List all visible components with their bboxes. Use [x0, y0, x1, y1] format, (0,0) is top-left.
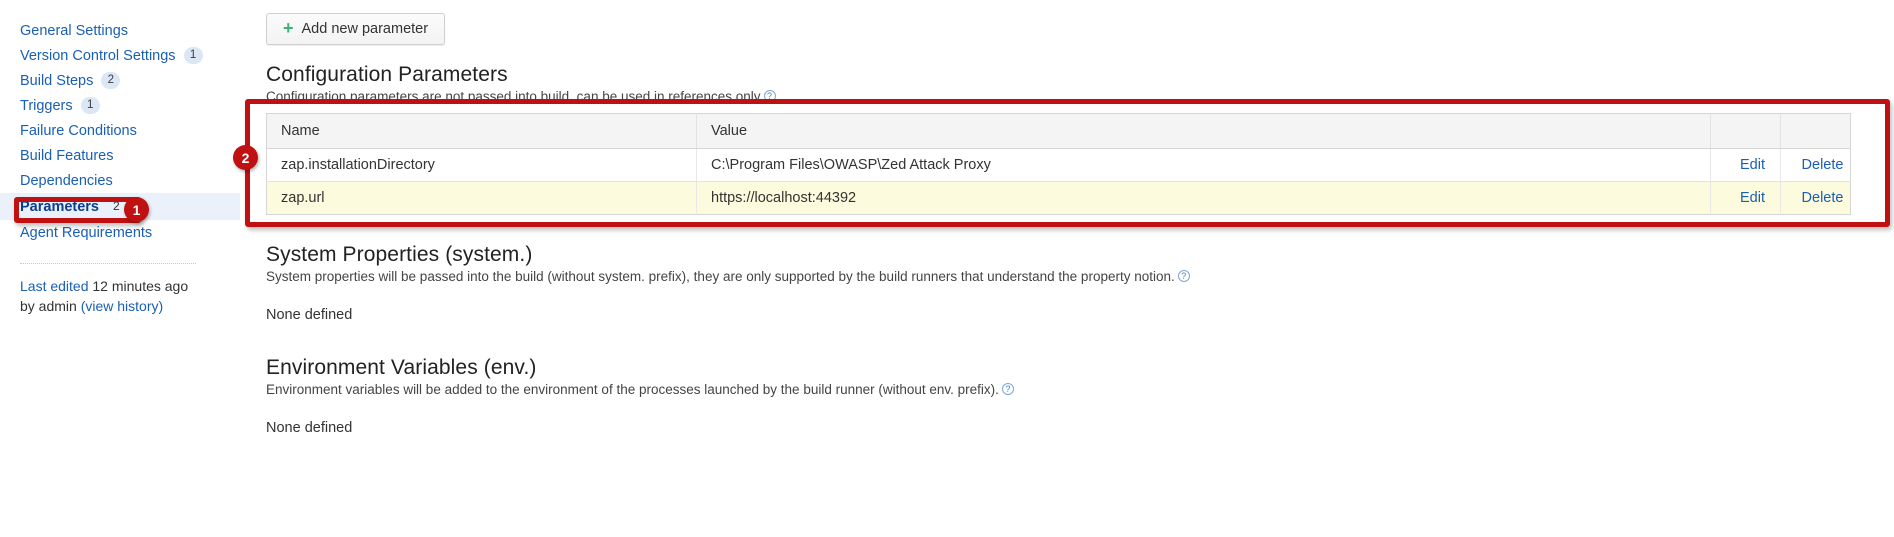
param-edit-cell: Edit — [1710, 181, 1781, 215]
sidebar-item-badge: 1 — [80, 97, 100, 114]
environment-variables-description: Environment variables will be added to t… — [266, 381, 1894, 398]
param-edit-cell: Edit — [1710, 148, 1781, 182]
sidebar-item-build-steps[interactable]: Build Steps 2 — [0, 68, 240, 93]
system-properties-description: System properties will be passed into th… — [266, 268, 1894, 285]
param-delete-cell: Delete — [1780, 181, 1851, 215]
sidebar-item-label: Failure Conditions — [20, 122, 137, 139]
last-edited-info: Last edited 12 minutes ago by admin (vie… — [20, 276, 220, 316]
last-edited-author: by admin — [20, 298, 77, 314]
sidebar-item-label: Build Steps — [20, 72, 94, 89]
system-properties-title: System Properties (system.) — [266, 243, 533, 266]
environment-variables-title: Environment Variables (env.) — [266, 356, 537, 379]
sidebar: General Settings Version Control Setting… — [0, 0, 240, 537]
column-header-delete-spacer — [1780, 113, 1851, 149]
sidebar-item-label: Dependencies — [20, 172, 113, 189]
table-row: zap.installationDirectory C:\Program Fil… — [266, 148, 1851, 182]
delete-link[interactable]: Delete — [1802, 157, 1844, 173]
annotation-step-2: 2 — [233, 145, 258, 170]
sidebar-item-badge: 1 — [183, 47, 203, 64]
system-properties-description-text: System properties will be passed into th… — [266, 269, 1175, 284]
param-value-cell: https://localhost:44392 — [696, 181, 1711, 215]
sidebar-item-label: Agent Requirements — [20, 224, 153, 241]
table-header-row: Name Value — [266, 113, 1851, 149]
param-name-cell: zap.installationDirectory — [266, 148, 697, 182]
column-header-name: Name — [266, 113, 697, 149]
param-value-cell: C:\Program Files\OWASP\Zed Attack Proxy — [696, 148, 1711, 182]
sidebar-item-build-features[interactable]: Build Features — [0, 143, 240, 168]
help-icon[interactable]: ? — [1001, 383, 1014, 395]
environment-variables-description-text: Environment variables will be added to t… — [266, 382, 999, 397]
sidebar-item-parameters[interactable]: Parameters 2 — [0, 193, 240, 220]
column-header-value: Value — [696, 113, 1711, 149]
sidebar-item-label: Version Control Settings — [20, 47, 176, 64]
annotation-step-1: 1 — [124, 197, 149, 222]
param-name-cell: zap.url — [266, 181, 697, 215]
page-root: General Settings Version Control Setting… — [0, 0, 1894, 537]
help-icon[interactable]: ? — [763, 90, 776, 102]
delete-link[interactable]: Delete — [1802, 190, 1844, 206]
table-row: zap.url https://localhost:44392 Edit Del… — [266, 181, 1851, 215]
environment-variables-empty: None defined — [266, 420, 353, 436]
last-edited-link[interactable]: Last edited — [20, 278, 89, 294]
sidebar-item-general-settings[interactable]: General Settings — [0, 18, 240, 43]
edit-link[interactable]: Edit — [1740, 157, 1765, 173]
last-edited-time: 12 minutes ago — [92, 278, 189, 294]
sidebar-item-dependencies[interactable]: Dependencies — [0, 168, 240, 193]
add-new-parameter-button[interactable]: + Add new parameter — [266, 13, 446, 45]
main-content: + Add new parameter Configuration Parame… — [240, 0, 1894, 537]
sidebar-item-agent-requirements[interactable]: Agent Requirements — [0, 220, 240, 245]
param-delete-cell: Delete — [1780, 148, 1851, 182]
edit-link[interactable]: Edit — [1740, 190, 1765, 206]
system-properties-empty: None defined — [266, 307, 353, 323]
configuration-parameters-description: Configuration parameters are not passed … — [266, 88, 1894, 105]
sidebar-item-triggers[interactable]: Triggers 1 — [0, 93, 240, 118]
sidebar-item-label: Triggers — [20, 97, 73, 114]
view-history-link[interactable]: (view history) — [81, 298, 163, 314]
sidebar-item-label: Build Features — [20, 147, 114, 164]
sidebar-item-label: General Settings — [20, 22, 129, 39]
configuration-parameters-title: Configuration Parameters — [266, 63, 508, 86]
add-new-parameter-label: Add new parameter — [301, 21, 429, 37]
plus-icon: + — [283, 18, 294, 38]
sidebar-item-label: Parameters — [20, 198, 99, 215]
sidebar-item-version-control-settings[interactable]: Version Control Settings 1 — [0, 43, 240, 68]
sidebar-divider — [20, 263, 196, 264]
sidebar-item-badge: 2 — [101, 72, 121, 89]
configuration-parameters-description-text: Configuration parameters are not passed … — [266, 89, 761, 104]
configuration-parameters-table: Name Value zap.installationDirectory C:\… — [266, 113, 1851, 215]
sidebar-item-badge: 2 — [113, 199, 120, 213]
help-icon[interactable]: ? — [1177, 270, 1190, 282]
column-header-edit-spacer — [1710, 113, 1781, 149]
sidebar-item-failure-conditions[interactable]: Failure Conditions — [0, 118, 240, 143]
